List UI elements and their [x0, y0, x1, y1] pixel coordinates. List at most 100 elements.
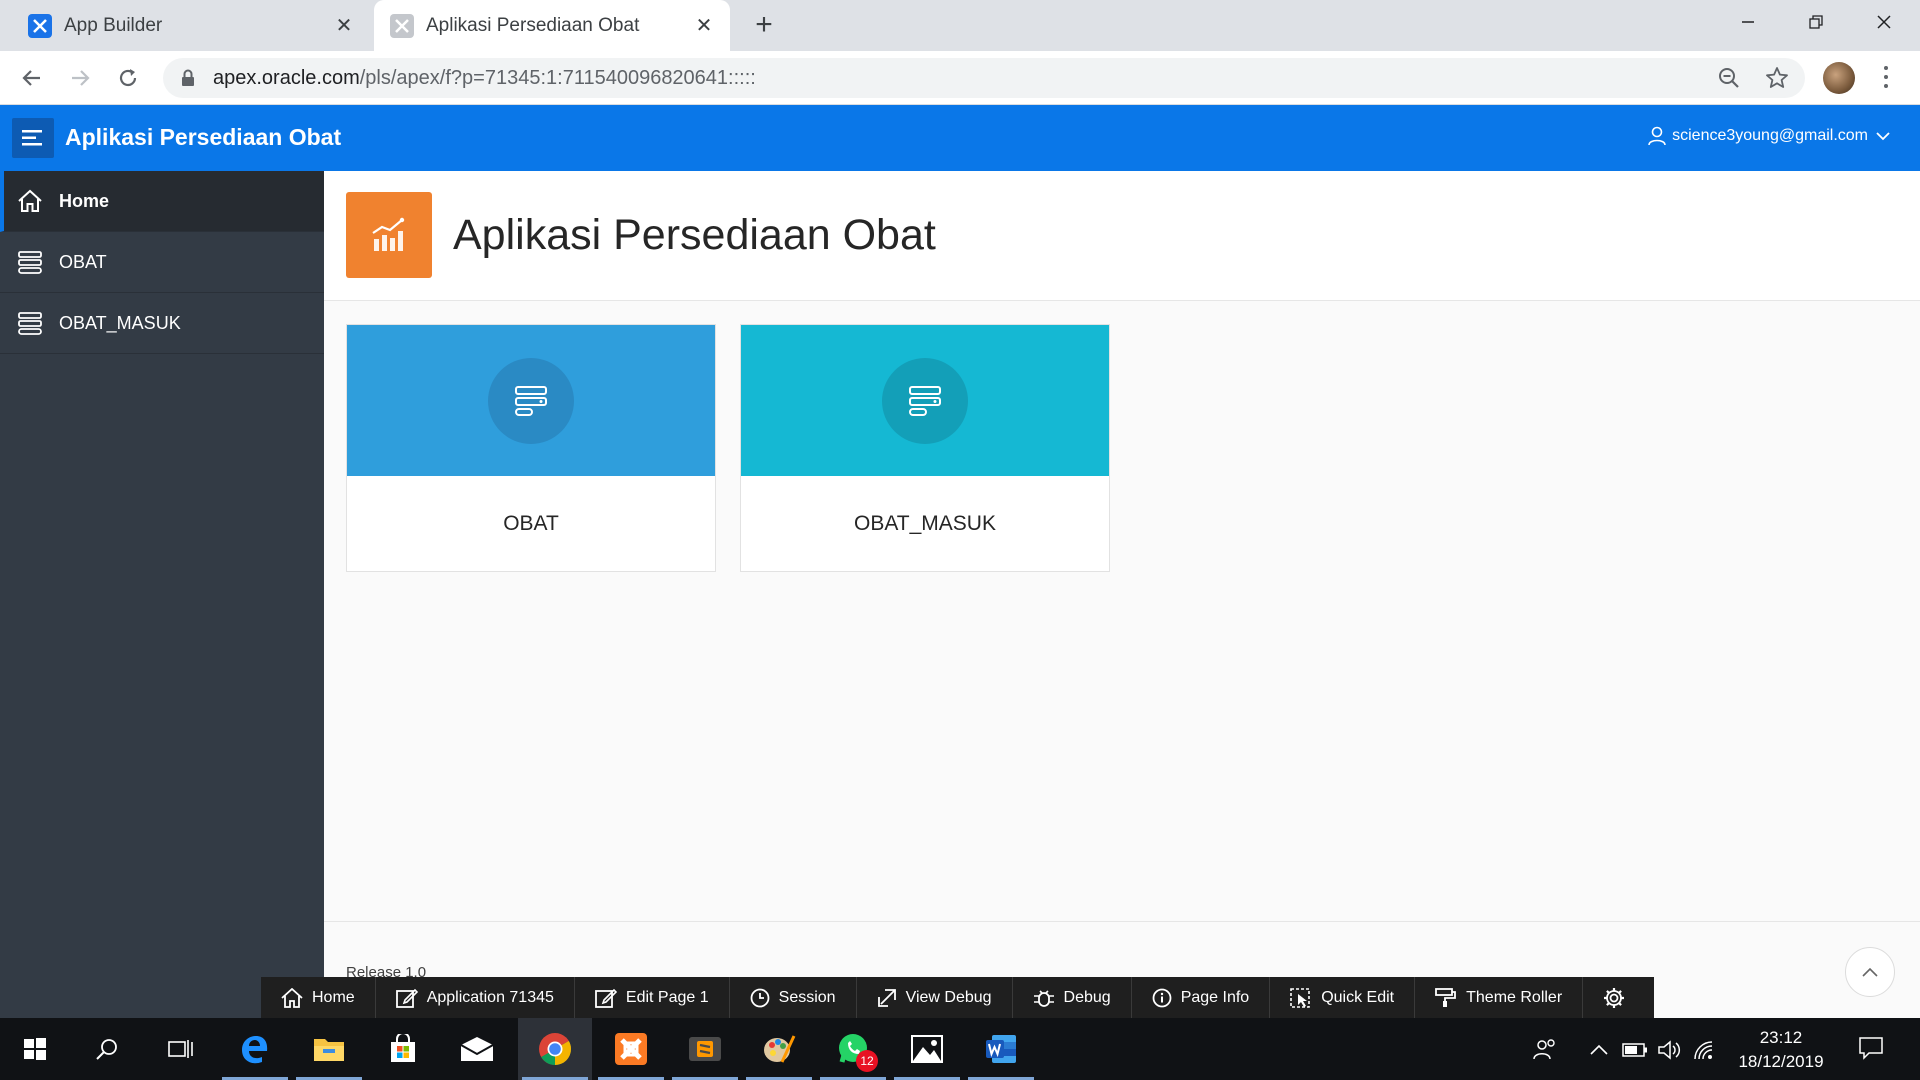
whatsapp-icon[interactable]: 12 [816, 1018, 890, 1080]
photos-icon[interactable] [890, 1018, 964, 1080]
sidebar-item-label: Home [59, 190, 110, 211]
home-icon [281, 988, 303, 1008]
card-icon-circle [488, 357, 574, 444]
dev-button-label: Debug [1063, 989, 1111, 1006]
dev-button-label: Quick Edit [1321, 989, 1395, 1006]
select-cursor-icon [1290, 988, 1311, 1008]
user-menu[interactable]: science3young@gmail.com [1648, 126, 1896, 146]
windows-taskbar: 12 23:12 18/12/2019 [0, 1018, 1920, 1080]
task-view-icon[interactable] [144, 1018, 218, 1080]
zoom-icon[interactable] [1717, 66, 1741, 90]
xampp-icon[interactable] [594, 1018, 668, 1080]
card-banner [741, 325, 1109, 476]
tab-app-builder[interactable]: App Builder ✕ [0, 0, 370, 51]
card-icon-circle [882, 357, 968, 444]
hero-region: Aplikasi Persediaan Obat [324, 171, 1920, 301]
system-clock[interactable]: 23:12 18/12/2019 [1726, 1026, 1836, 1074]
edit-icon [595, 988, 617, 1008]
close-tab-icon[interactable]: ✕ [692, 14, 716, 38]
dev-page-info-button[interactable]: Page Info [1132, 977, 1271, 1019]
battery-icon[interactable] [1622, 1038, 1648, 1062]
scroll-to-top-button[interactable] [1845, 947, 1895, 997]
close-window-icon[interactable] [1850, 0, 1918, 44]
external-view-icon [877, 989, 896, 1007]
search-icon[interactable] [70, 1018, 144, 1080]
back-icon[interactable] [16, 62, 48, 94]
bug-icon [1033, 990, 1054, 1007]
info-icon [1152, 988, 1172, 1008]
app-title[interactable]: Aplikasi Persediaan Obat [65, 124, 341, 151]
chrome-icon[interactable] [518, 1018, 592, 1080]
dev-home-button[interactable]: Home [261, 977, 376, 1019]
restore-icon[interactable] [1782, 0, 1850, 44]
card-obat[interactable]: OBAT [346, 324, 716, 572]
dev-application-button[interactable]: Application 71345 [376, 977, 575, 1019]
new-tab-icon[interactable]: + [748, 10, 780, 42]
dev-edit-page-button[interactable]: Edit Page 1 [575, 977, 730, 1019]
chevron-down-icon [1876, 132, 1890, 141]
windows-start-icon[interactable] [0, 1018, 70, 1080]
word-icon[interactable] [964, 1018, 1038, 1080]
user-email: science3young@gmail.com [1672, 127, 1868, 144]
sidebar-item-obat[interactable]: OBAT [0, 232, 324, 293]
microsoft-store-icon[interactable] [366, 1018, 440, 1080]
sidebar-item-obat-masuk[interactable]: OBAT_MASUK [0, 293, 324, 354]
side-navigation: Home OBAT OBAT_MASUK [0, 171, 324, 1018]
page-title: Aplikasi Persediaan Obat [453, 211, 936, 259]
dev-session-button[interactable]: Session [730, 977, 857, 1019]
sublime-text-icon[interactable] [668, 1018, 742, 1080]
volume-icon[interactable] [1656, 1038, 1682, 1062]
sidebar-item-home[interactable]: Home [0, 171, 324, 232]
dev-button-label: Edit Page 1 [625, 989, 709, 1006]
dev-button-label: Theme Roller [1466, 989, 1563, 1006]
lock-icon [182, 69, 194, 86]
dev-debug-button[interactable]: Debug [1013, 977, 1132, 1019]
card-label: OBAT_MASUK [854, 512, 996, 535]
browser-tabbar: App Builder ✕ Aplikasi Persediaan Obat ✕… [0, 0, 1920, 51]
close-tab-icon[interactable]: ✕ [332, 14, 356, 38]
chevron-up-icon[interactable] [1586, 1038, 1612, 1062]
action-center-icon[interactable] [1858, 1036, 1884, 1060]
edit-icon [395, 988, 418, 1008]
sidebar-item-label: OBAT_MASUK [59, 312, 181, 333]
apex-favicon-icon [28, 13, 52, 38]
developer-toolbar: Home Application 71345 Edit Page 1 Sessi… [261, 977, 1655, 1019]
paint-icon[interactable] [742, 1018, 816, 1080]
profile-avatar[interactable] [1823, 62, 1855, 94]
minimize-icon[interactable] [1714, 0, 1782, 44]
clock-icon [750, 988, 770, 1008]
forward-icon[interactable] [64, 62, 96, 94]
home-icon [16, 187, 44, 215]
url-bar[interactable]: apex.oracle.com/pls/apex/f?p=71345:1:711… [163, 58, 1805, 98]
dev-settings-button[interactable] [1583, 977, 1654, 1019]
reload-icon[interactable] [112, 62, 144, 94]
database-icon [16, 309, 44, 337]
main-content: Aplikasi Persediaan Obat OBAT OBAT_MASUK… [324, 171, 1920, 1018]
file-explorer-icon[interactable] [292, 1018, 366, 1080]
browser-menu-icon[interactable] [1880, 63, 1892, 93]
people-icon[interactable] [1532, 1038, 1558, 1062]
card-obat-masuk[interactable]: OBAT_MASUK [740, 324, 1110, 572]
chevron-up-icon [1862, 967, 1878, 977]
browser-toolbar: apex.oracle.com/pls/apex/f?p=71345:1:711… [0, 51, 1920, 105]
card-banner [347, 325, 715, 476]
sidebar-item-label: OBAT [59, 251, 107, 272]
app-header: Aplikasi Persediaan Obat science3young@g… [0, 105, 1920, 171]
dev-theme-roller-button[interactable]: Theme Roller [1415, 977, 1584, 1019]
dev-button-label: Application 71345 [426, 989, 554, 1006]
dev-view-debug-button[interactable]: View Debug [857, 977, 1013, 1019]
database-icon [515, 385, 547, 416]
tab-title: App Builder [64, 14, 163, 36]
database-icon [909, 385, 941, 416]
navigation-toggle-icon[interactable] [12, 118, 54, 158]
dev-button-label: Session [778, 989, 836, 1006]
apex-favicon-icon [390, 13, 414, 38]
edge-browser-icon[interactable] [218, 1018, 292, 1080]
notification-badge: 12 [856, 1050, 878, 1072]
dev-quick-edit-button[interactable]: Quick Edit [1270, 977, 1416, 1019]
bookmark-star-icon[interactable] [1765, 66, 1789, 90]
tab-aplikasi-persediaan-obat[interactable]: Aplikasi Persediaan Obat ✕ [374, 0, 730, 51]
mail-icon[interactable] [440, 1018, 514, 1080]
url-host: apex.oracle.com [213, 67, 360, 89]
wifi-icon[interactable] [1692, 1038, 1718, 1062]
